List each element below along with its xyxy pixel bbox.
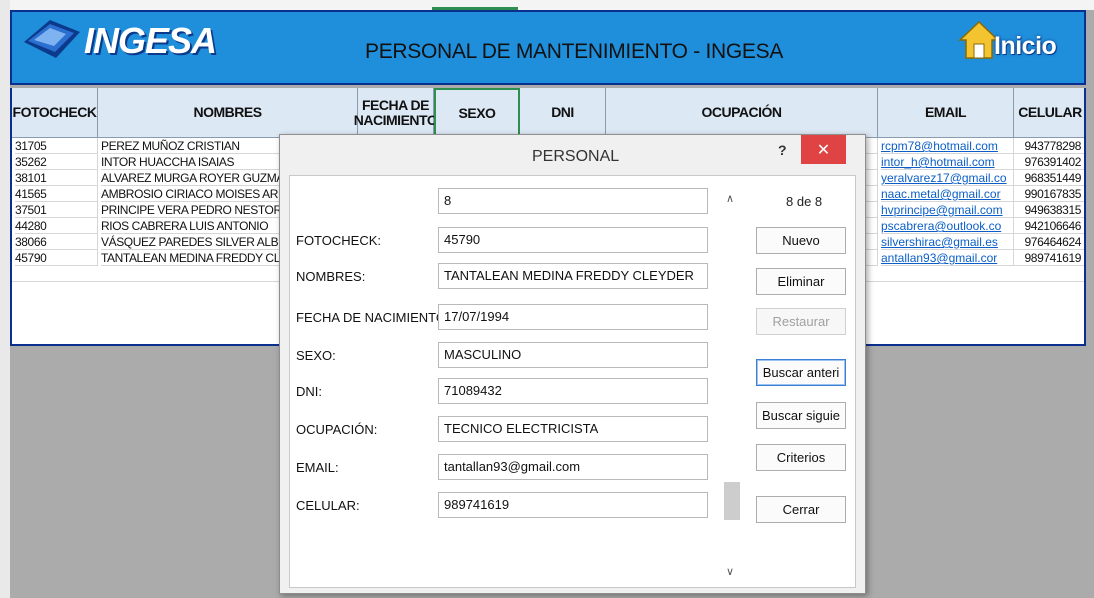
cell-fotocheck[interactable]: 38066 [15, 234, 98, 250]
cell-fotocheck[interactable]: 44280 [15, 218, 98, 234]
field-label-celular: CELULAR: [296, 498, 360, 513]
ocupacion-field[interactable]: TECNICO ELECTRICISTA [438, 416, 708, 442]
field-label-sexo: SEXO: [296, 348, 336, 363]
cell-email[interactable]: pscabrera@outlook.co [881, 218, 1014, 234]
cell-celular[interactable]: 949638315 [1014, 202, 1084, 218]
cell-email[interactable]: hvprincipe@gmail.com [881, 202, 1014, 218]
fotocheck-field[interactable]: 45790 [438, 227, 708, 253]
col-header-fotocheck[interactable]: FOTOCHECK [12, 88, 98, 138]
field-label-dni: DNI: [296, 384, 322, 399]
col-header-fecha[interactable]: FECHA DE NACIMIENTO [354, 88, 438, 138]
row-number[interactable]: 4 [10, 186, 12, 202]
col-header-nombres[interactable]: NOMBRES [98, 88, 358, 138]
nombres-field[interactable]: TANTALEAN MEDINA FREDDY CLEYDER [438, 263, 708, 289]
ingesa-logo: INGESA [22, 14, 217, 64]
cell-email[interactable]: intor_h@hotmail.com [881, 154, 1014, 170]
cell-celular[interactable]: 942106646 [1014, 218, 1084, 234]
page-title: PERSONAL DE MANTENIMIENTO - INGESA [365, 40, 784, 63]
cell-celular[interactable]: 976391402 [1014, 154, 1084, 170]
fecha-nacimiento-field[interactable]: 17/07/1994 [438, 304, 708, 330]
col-header-sexo[interactable]: SEXO [434, 88, 520, 138]
col-header-ocupacion[interactable]: OCUPACIÓN [606, 88, 878, 138]
field-label-ocupacion: OCUPACIÓN: [296, 422, 378, 437]
scroll-up-icon[interactable]: ∧ [726, 192, 734, 205]
email-field[interactable]: tantallan93@gmail.com [438, 454, 708, 480]
record-counter: 8 de 8 [786, 194, 823, 209]
row-number[interactable]: 3 [10, 170, 12, 186]
logo-wordmark: INGESA [84, 20, 217, 61]
field-label-nombres: NOMBRES: [296, 269, 366, 284]
dialog-title: PERSONAL [532, 148, 620, 165]
row-number[interactable]: 7 [10, 234, 12, 250]
restaurar-button[interactable]: Restaurar [756, 308, 846, 335]
col-header-celular[interactable]: CELULAR [1014, 88, 1084, 138]
cerrar-button[interactable]: Cerrar [756, 496, 846, 523]
record-index-field[interactable]: 8 [438, 188, 708, 214]
row-number[interactable]: 5 [10, 202, 12, 218]
scroll-thumb[interactable] [724, 482, 740, 520]
inicio-label: Inicio [994, 32, 1057, 60]
cell-celular[interactable]: 990167835 [1014, 186, 1084, 202]
dni-field[interactable]: 71089432 [438, 378, 708, 404]
dialog-form: 8 FOTOCHECK: 45790 NOMBRES: TANTALEAN ME… [289, 175, 856, 588]
field-label-fecha: FECHA DE NACIMIENTO: [296, 310, 450, 325]
cell-fotocheck[interactable]: 38101 [15, 170, 98, 186]
cell-celular[interactable]: 943778298 [1014, 138, 1084, 154]
col-header-dni[interactable]: DNI [520, 88, 606, 138]
row-number[interactable]: 6 [10, 218, 12, 234]
buscar-anterior-button[interactable]: Buscar anteri [756, 359, 846, 386]
help-button[interactable]: ? [778, 142, 787, 158]
celular-field[interactable]: 989741619 [438, 492, 708, 518]
dialog-titlebar[interactable]: PERSONAL ? ✕ [280, 135, 865, 175]
logo-emblem-icon [24, 20, 80, 58]
sheet-top-strip [0, 0, 1094, 10]
cell-celular[interactable]: 976464624 [1014, 234, 1084, 250]
scroll-down-icon[interactable]: ∨ [726, 565, 734, 578]
cell-fotocheck[interactable]: 31705 [15, 138, 98, 154]
row-number[interactable]: 8 [10, 250, 12, 266]
buscar-siguiente-button[interactable]: Buscar siguie [756, 402, 846, 429]
row-number-column [0, 0, 10, 598]
sexo-field[interactable]: MASCULINO [438, 342, 708, 368]
cell-celular[interactable]: 989741619 [1014, 250, 1084, 266]
row-number[interactable]: 1 [10, 138, 12, 154]
cell-fotocheck[interactable]: 41565 [15, 186, 98, 202]
close-icon: ✕ [816, 141, 831, 159]
row-number[interactable]: 2 [10, 154, 12, 170]
cell-email[interactable]: antallan93@gmail.cor [881, 250, 1014, 266]
cell-email[interactable]: naac.metal@gmail.cor [881, 186, 1014, 202]
eliminar-button[interactable]: Eliminar [756, 268, 846, 295]
spreadsheet: INGESA PERSONAL DE MANTENIMIENTO - INGES… [0, 0, 1094, 598]
col-header-email[interactable]: EMAIL [878, 88, 1014, 138]
field-label-fotocheck: FOTOCHECK: [296, 233, 381, 248]
cell-fotocheck[interactable]: 45790 [15, 250, 98, 266]
record-scrollbar[interactable]: ∧ ∨ [722, 182, 740, 580]
cell-fotocheck[interactable]: 35262 [15, 154, 98, 170]
criterios-button[interactable]: Criterios [756, 444, 846, 471]
cell-email[interactable]: rcpm78@hotmail.com [881, 138, 1014, 154]
cell-fotocheck[interactable]: 37501 [15, 202, 98, 218]
field-label-email: EMAIL: [296, 460, 339, 475]
cell-email[interactable]: silvershirac@gmail.es [881, 234, 1014, 250]
inicio-button[interactable]: Inicio [958, 16, 1078, 66]
close-button[interactable]: ✕ [801, 135, 846, 164]
cell-celular[interactable]: 968351449 [1014, 170, 1084, 186]
cell-email[interactable]: yeralvarez17@gmail.co [881, 170, 1014, 186]
personal-dialog: PERSONAL ? ✕ 8 FOTOCHECK: 45790 NOMBRES:… [279, 134, 866, 594]
nuevo-button[interactable]: Nuevo [756, 227, 846, 254]
